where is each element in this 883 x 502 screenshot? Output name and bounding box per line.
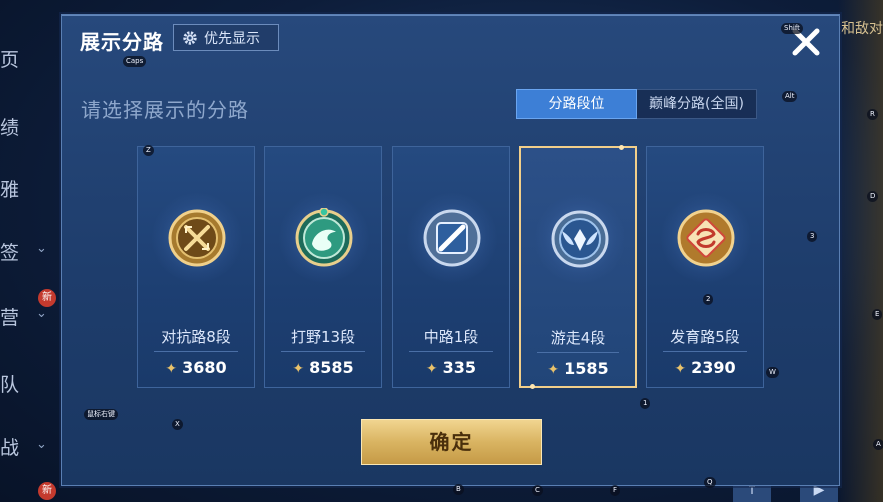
key-hint: Caps: [123, 56, 147, 67]
score-star-icon: ✦: [165, 361, 178, 377]
jungle-dragon-emblem-icon: [295, 208, 353, 267]
selection-corner-dot: [619, 145, 624, 150]
card-divider: [409, 351, 493, 352]
new-badge: 新: [38, 482, 56, 500]
lane-card-jungle[interactable]: 打野13段 ✦ 8585: [264, 146, 382, 388]
tab-peak-lane[interactable]: 巅峰分路(全国): [637, 89, 757, 119]
confirm-button[interactable]: 确定: [361, 419, 542, 465]
nav-glyph: 页: [0, 49, 20, 71]
lane-score: ✦ 3680: [138, 358, 254, 377]
modal-subtitle: 请选择展示的分路: [81, 98, 249, 122]
lane-score-value: 3680: [182, 358, 227, 377]
lane-score: ✦ 2390: [647, 358, 763, 377]
lane-score-value: 1585: [564, 359, 609, 378]
lane-score: ✦ 8585: [265, 358, 381, 377]
card-divider: [663, 351, 747, 352]
selection-corner-dot: [530, 384, 535, 389]
farm-lane-emblem-icon: [677, 209, 735, 267]
nav-glyph: 绩: [0, 117, 20, 139]
nav-glyph: 队: [0, 374, 20, 396]
score-star-icon: ✦: [292, 361, 305, 377]
lane-score-value: 8585: [309, 358, 354, 377]
lane-card-clash[interactable]: 对抗路8段 ✦ 3680: [137, 146, 255, 388]
card-divider: [154, 351, 238, 352]
background-side-nav: 页 绩 雅 签 ⌄ 新 营 ⌄ 队 战 ⌄ 新: [0, 0, 60, 502]
nav-glyph: 战: [0, 437, 20, 459]
nav-glyph: 营: [0, 307, 20, 329]
lane-score-value: 2390: [691, 358, 736, 377]
lane-rank-label: 中路1段: [423, 328, 479, 346]
lane-rank-label: 游走4段: [550, 329, 606, 347]
chevron-down-icon: ⌄: [36, 241, 47, 256]
gear-icon: [183, 30, 197, 45]
lane-rank-label: 对抗路8段: [161, 328, 231, 346]
lane-card-mid[interactable]: 中路1段 ✦ 335: [392, 146, 510, 388]
nav-glyph: 签: [0, 242, 20, 264]
priority-display-button[interactable]: 优先显示: [173, 24, 279, 51]
key-hint: X: [172, 419, 183, 430]
clash-lane-emblem-icon: [168, 209, 226, 267]
key-hint: B: [453, 484, 464, 495]
lane-display-modal: 展示分路 优先显示 请选择展示的分路 分路段位 巅峰分路(全国) 对抗路8段 ✦…: [61, 14, 840, 486]
roam-wings-emblem-icon: [551, 210, 609, 268]
key-hint: Alt: [782, 91, 798, 102]
lane-rank-label: 打野13段: [290, 328, 356, 346]
lane-rank-label: 发育路5段: [670, 328, 740, 346]
nav-glyph: 雅: [0, 179, 20, 201]
lane-card-list: 对抗路8段 ✦ 3680 打野13段 ✦ 8585 中路1段 ✦ 335 游走4…: [137, 145, 766, 389]
background-hero-art: [838, 0, 883, 502]
key-hint: F: [610, 485, 621, 496]
new-badge: 新: [38, 289, 56, 307]
lane-tabs: 分路段位 巅峰分路(全国): [516, 89, 757, 119]
lane-score-value: 335: [442, 358, 477, 377]
mid-lane-emblem-icon: [423, 209, 481, 267]
key-hint: Q: [704, 477, 716, 488]
score-star-icon: ✦: [547, 362, 560, 378]
lane-score: ✦ 335: [393, 358, 509, 377]
key-hint: W: [766, 367, 779, 378]
chevron-down-icon: ⌄: [36, 437, 47, 452]
key-hint: C: [532, 485, 543, 496]
key-hint: Z: [143, 145, 154, 156]
card-divider: [281, 351, 365, 352]
chevron-down-icon: ⌄: [36, 306, 47, 321]
key-hint: R: [867, 109, 878, 120]
lane-card-roam[interactable]: 游走4段 ✦ 1585: [519, 145, 637, 389]
card-divider: [537, 352, 619, 353]
key-hint: A: [873, 439, 883, 450]
key-hint: Shift: [781, 23, 803, 34]
priority-display-label: 优先显示: [204, 30, 260, 47]
modal-border-decoration: [62, 15, 839, 16]
score-star-icon: ✦: [674, 361, 687, 377]
tab-lane-rank[interactable]: 分路段位: [516, 89, 637, 119]
lane-score: ✦ 1585: [521, 359, 635, 378]
modal-title: 展示分路: [80, 30, 164, 54]
score-star-icon: ✦: [425, 361, 438, 377]
lane-card-farm[interactable]: 发育路5段 ✦ 2390: [646, 146, 764, 388]
key-hint: 鼠标右键: [84, 409, 118, 420]
